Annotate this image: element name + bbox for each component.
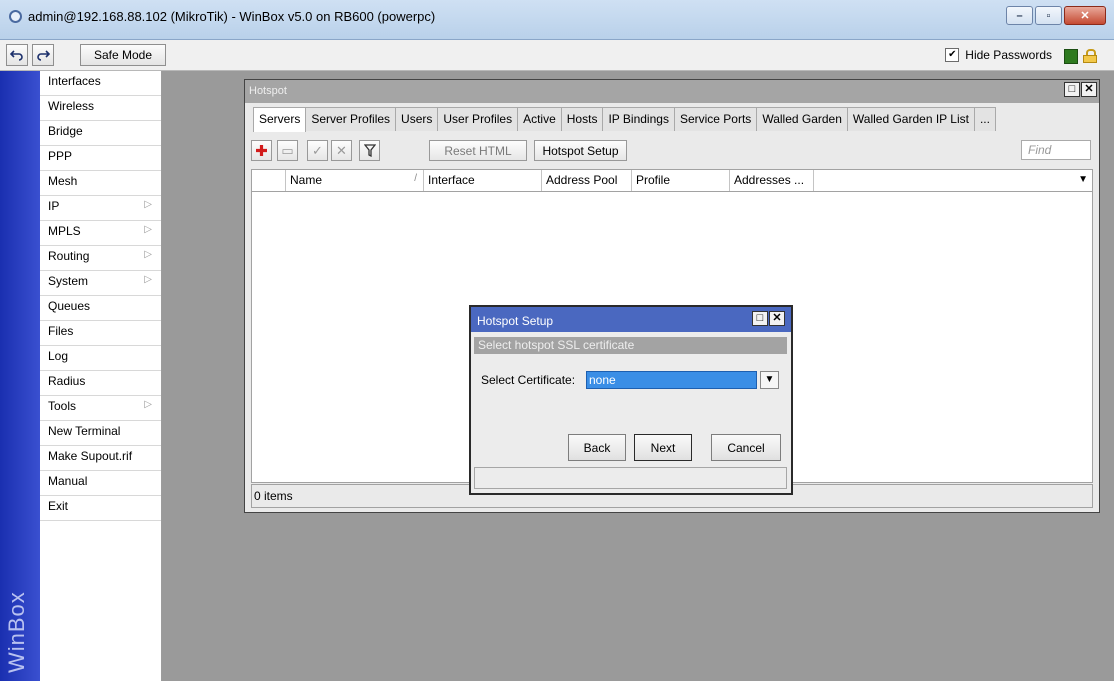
sidebar-menu: Interfaces Wireless Bridge PPP Mesh IP ▷ …: [40, 71, 162, 681]
column-header-interface[interactable]: Interface: [424, 170, 542, 191]
redo-button[interactable]: [32, 44, 54, 66]
tab-walled-garden-ip-list[interactable]: Walled Garden IP List: [846, 107, 975, 131]
sort-indicator-icon: /: [414, 173, 417, 184]
main-toolbar: Safe Mode ✔ Hide Passwords: [0, 40, 1114, 71]
sidebar-item-system[interactable]: System ▷: [40, 271, 161, 296]
hide-passwords-toggle[interactable]: ✔ Hide Passwords: [945, 48, 1052, 62]
lock-icon: [1083, 49, 1097, 63]
find-input[interactable]: Find: [1021, 140, 1091, 160]
window-title-bar: admin@192.168.88.102 (MikroTik) - WinBox…: [0, 0, 1114, 40]
tab-more[interactable]: ...: [973, 107, 996, 131]
table-header: Name / Interface Address Pool Profile Ad…: [252, 170, 1092, 192]
tab-ip-bindings[interactable]: IP Bindings: [602, 107, 675, 131]
undo-button[interactable]: [6, 44, 28, 66]
sidebar-item-make-supout[interactable]: Make Supout.rif: [40, 446, 161, 471]
dialog-step-heading: Select hotspot SSL certificate: [474, 337, 787, 354]
status-indicator-icon: [1064, 49, 1078, 64]
hide-passwords-label: Hide Passwords: [965, 48, 1052, 62]
certificate-select[interactable]: none: [586, 371, 757, 389]
brand-text: WinBox: [4, 591, 29, 673]
sidebar-item-routing[interactable]: Routing ▷: [40, 246, 161, 271]
winbox-app-icon: [9, 10, 22, 23]
tab-walled-garden[interactable]: Walled Garden: [756, 107, 848, 131]
hotspot-setup-dialog: Hotspot Setup □ ✕ Select hotspot SSL cer…: [469, 305, 793, 495]
select-certificate-label: Select Certificate:: [481, 373, 576, 387]
sidebar-item-log[interactable]: Log: [40, 346, 161, 371]
sidebar-item-files[interactable]: Files: [40, 321, 161, 346]
sidebar-item-exit[interactable]: Exit: [40, 496, 161, 521]
tab-server-profiles[interactable]: Server Profiles: [305, 107, 397, 131]
disable-button[interactable]: ✕: [331, 140, 352, 161]
dialog-title-bar[interactable]: Hotspot Setup □ ✕: [471, 307, 791, 332]
sidebar-item-radius[interactable]: Radius: [40, 371, 161, 396]
minimize-button[interactable]: –: [1006, 6, 1033, 25]
tab-servers[interactable]: Servers: [253, 107, 307, 132]
sidebar-item-wireless[interactable]: Wireless: [40, 96, 161, 121]
dialog-close-button[interactable]: ✕: [769, 311, 785, 326]
winbox-brand-strip: WinBox: [0, 71, 40, 681]
hotspot-tabs: Servers Server Profiles Users User Profi…: [253, 107, 996, 132]
sidebar-item-queues[interactable]: Queues: [40, 296, 161, 321]
undo-icon: [10, 50, 23, 61]
hotspot-setup-button[interactable]: Hotspot Setup: [534, 140, 627, 161]
sidebar-item-interfaces[interactable]: Interfaces: [40, 71, 161, 96]
safe-mode-button[interactable]: Safe Mode: [80, 44, 166, 66]
column-chooser-icon[interactable]: ▼: [1078, 174, 1088, 185]
tab-users[interactable]: Users: [395, 107, 439, 131]
maximize-button[interactable]: ▫: [1035, 6, 1062, 25]
submenu-arrow-icon: ▷: [144, 224, 152, 235]
hotspot-window-title-bar[interactable]: Hotspot □ ✕: [245, 80, 1099, 103]
x-icon: ✕: [336, 142, 347, 158]
close-window-button[interactable]: ✕: [1081, 82, 1097, 97]
sidebar-item-manual[interactable]: Manual: [40, 471, 161, 496]
submenu-arrow-icon: ▷: [144, 249, 152, 260]
hotspot-toolbar: ▭ ✓ ✕ Reset HTML Hotspot Setup Find: [251, 137, 1091, 163]
submenu-arrow-icon: ▷: [144, 199, 152, 210]
tab-active[interactable]: Active: [517, 107, 562, 131]
check-icon: ✓: [312, 142, 323, 158]
filter-button[interactable]: [359, 140, 380, 161]
column-header-blank: [252, 170, 286, 191]
plus-icon: [256, 145, 267, 156]
submenu-arrow-icon: ▷: [144, 274, 152, 285]
sidebar-item-tools[interactable]: Tools ▷: [40, 396, 161, 421]
submenu-arrow-icon: ▷: [144, 399, 152, 410]
minus-icon: ▭: [281, 142, 294, 158]
column-header-name[interactable]: Name /: [286, 170, 424, 191]
remove-button[interactable]: ▭: [277, 140, 298, 161]
reset-html-button[interactable]: Reset HTML: [429, 140, 527, 161]
dialog-title: Hotspot Setup: [477, 314, 554, 328]
close-button[interactable]: ✕: [1064, 6, 1106, 25]
hotspot-window-title: Hotspot: [249, 85, 287, 97]
dropdown-arrow-icon[interactable]: ▼: [760, 371, 779, 389]
maximize-window-button[interactable]: □: [1064, 82, 1080, 97]
tab-user-profiles[interactable]: User Profiles: [437, 107, 519, 131]
column-header-address-pool[interactable]: Address Pool: [542, 170, 632, 191]
column-header-addresses[interactable]: Addresses ...: [730, 170, 814, 191]
enable-button[interactable]: ✓: [307, 140, 328, 161]
sidebar-item-new-terminal[interactable]: New Terminal: [40, 421, 161, 446]
sidebar-item-ppp[interactable]: PPP: [40, 146, 161, 171]
column-header-profile[interactable]: Profile: [632, 170, 730, 191]
add-button[interactable]: [251, 140, 272, 161]
tab-hosts[interactable]: Hosts: [560, 107, 604, 131]
sidebar-item-bridge[interactable]: Bridge: [40, 121, 161, 146]
dialog-maximize-button[interactable]: □: [752, 311, 768, 326]
filter-icon: [363, 144, 376, 157]
window-title: admin@192.168.88.102 (MikroTik) - WinBox…: [28, 9, 436, 24]
sidebar-item-mesh[interactable]: Mesh: [40, 171, 161, 196]
sidebar-item-mpls[interactable]: MPLS ▷: [40, 221, 161, 246]
sidebar-item-ip[interactable]: IP ▷: [40, 196, 161, 221]
redo-icon: [37, 50, 50, 61]
cancel-button[interactable]: Cancel: [711, 434, 781, 461]
hide-passwords-checkbox[interactable]: ✔: [945, 48, 960, 62]
dialog-status-bar: [474, 467, 787, 489]
back-button[interactable]: Back: [568, 434, 626, 461]
window-controls: – ▫ ✕: [1006, 6, 1106, 25]
next-button[interactable]: Next: [634, 434, 692, 461]
tab-service-ports[interactable]: Service Ports: [673, 107, 758, 131]
